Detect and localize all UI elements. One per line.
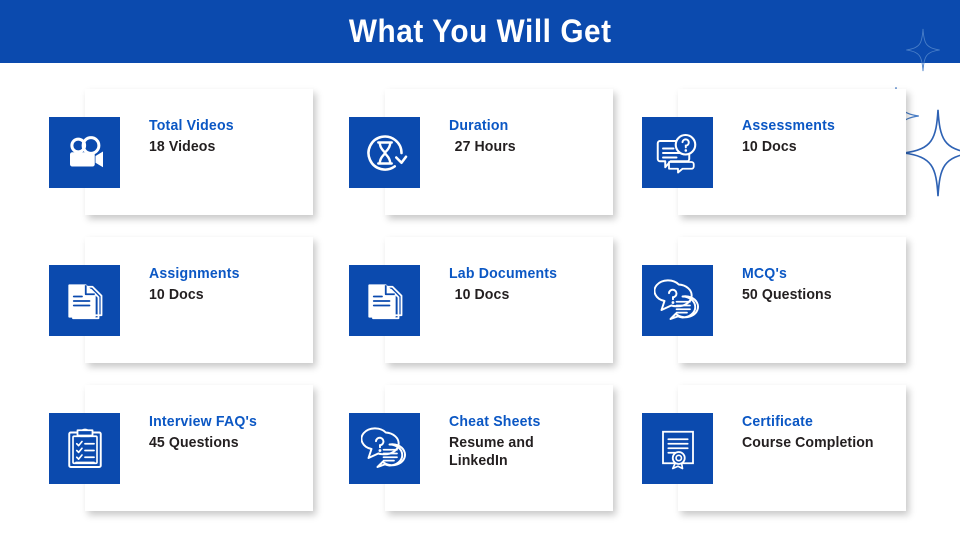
card-assessments[interactable]: Assessments 10 Docs: [642, 89, 906, 215]
card-title: Lab Documents: [449, 265, 558, 282]
card-value: 27 Hours: [454, 138, 516, 155]
speech-bubbles-question-icon: [349, 413, 420, 484]
card-title: Interview FAQ's: [149, 413, 258, 430]
certificate-ribbon-icon: [642, 413, 713, 484]
card-value: 18 Videos: [149, 138, 216, 155]
card-value: 10 Docs: [149, 286, 204, 303]
hourglass-refresh-icon: [349, 117, 420, 188]
video-camera-icon: [49, 117, 120, 188]
page-title: What You Will Get: [348, 13, 612, 49]
card-title: Certificate: [742, 413, 814, 430]
card-title: MCQ's: [742, 265, 788, 282]
card-certificate[interactable]: Certificate Course Completion: [642, 385, 906, 511]
card-value: 10 Docs: [454, 286, 510, 303]
card-title: Cheat Sheets: [449, 413, 541, 430]
document-stack-icon: [49, 265, 120, 336]
card-mcqs[interactable]: MCQ's 50 Questions: [642, 237, 906, 363]
card-value: 45 Questions: [149, 434, 239, 451]
card-value: Course Completion: [742, 434, 874, 451]
card-duration[interactable]: Duration 27 Hours: [349, 89, 613, 215]
card-assignments[interactable]: Assignments 10 Docs: [49, 237, 313, 363]
clipboard-checklist-icon: [49, 413, 120, 484]
card-interview-faqs[interactable]: Interview FAQ's 45 Questions: [49, 385, 313, 511]
card-title: Assessments: [742, 117, 836, 134]
card-value: 50 Questions: [742, 286, 832, 303]
card-title: Total Videos: [149, 117, 234, 134]
feature-card-grid: Total Videos 18 Videos Duration 27 Hours: [0, 63, 960, 540]
card-title: Duration: [449, 117, 509, 134]
card-cheat-sheets[interactable]: Cheat Sheets Resume and LinkedIn: [349, 385, 613, 511]
card-value: Resume and LinkedIn: [449, 434, 534, 469]
card-total-videos[interactable]: Total Videos 18 Videos: [49, 89, 313, 215]
card-title: Assignments: [149, 265, 240, 282]
card-value: 10 Docs: [742, 138, 797, 155]
speech-bubbles-question-icon: [642, 265, 713, 336]
card-lab-documents[interactable]: Lab Documents 10 Docs: [349, 237, 613, 363]
question-chat-card-icon: [642, 117, 713, 188]
header-banner: What You Will Get: [0, 0, 960, 63]
document-stack-icon: [349, 265, 420, 336]
